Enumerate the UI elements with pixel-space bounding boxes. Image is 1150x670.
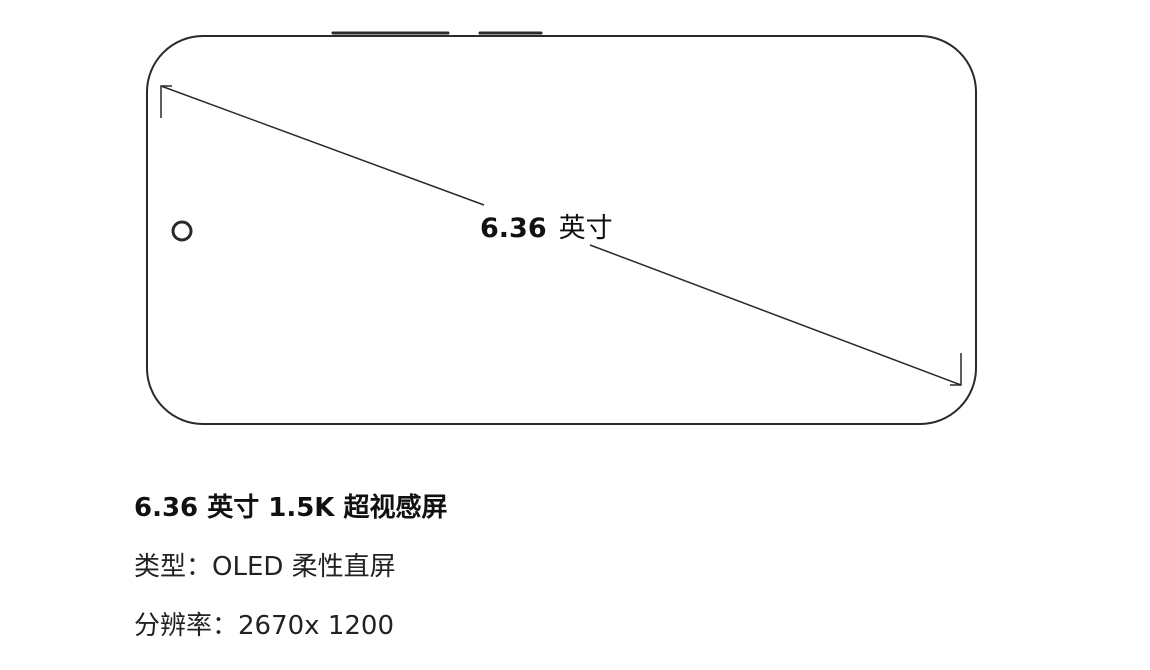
spec-title: 6.36 英寸 1.5K 超视感屏 [134,493,448,523]
diagonal-size-number: 6.36 [480,213,547,244]
phone-outline-diagram: 6.36 英寸 [146,31,977,425]
spec-list: 6.36 英寸 1.5K 超视感屏 类型：OLED 柔性直屏 分辨率：2670x… [134,490,448,644]
spec-display-type: 类型：OLED 柔性直屏 [134,552,396,582]
spec-resolution: 分辨率：2670x 1200 [134,611,394,641]
diagonal-size-label: 6.36 英寸 [480,213,613,244]
diagonal-size-unit: 英寸 [559,213,613,244]
screen-spec-section: 6.36 英寸 6.36 英寸 1.5K 超视感屏 类型：OLED 柔性直屏 分辨… [0,0,1150,670]
